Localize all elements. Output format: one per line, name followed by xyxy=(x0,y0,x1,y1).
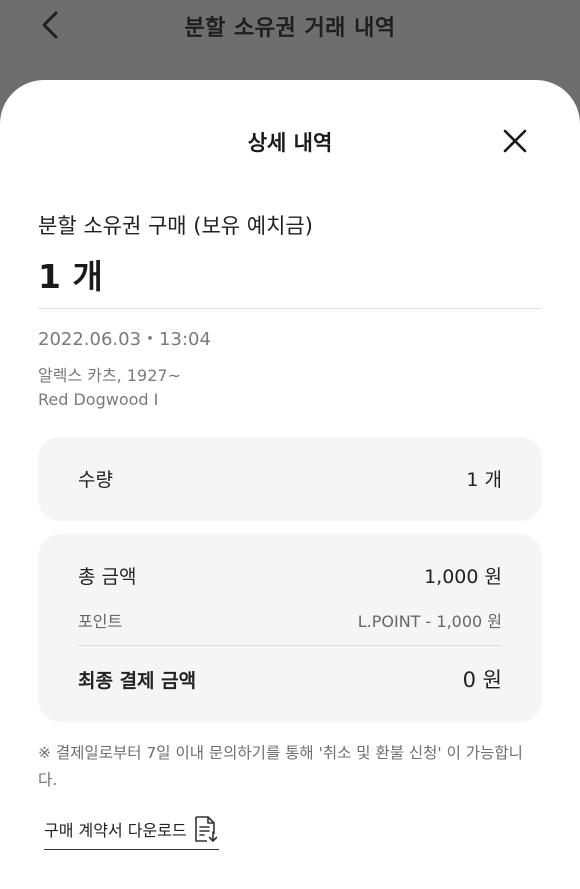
artwork-title: Red Dogwood I xyxy=(38,390,159,409)
point-label: 포인트 xyxy=(78,612,123,631)
quantity-value: 1 개 xyxy=(466,469,502,491)
artist-name: 알렉스 카츠, 1927~ xyxy=(38,366,181,385)
total-amount-label: 총 금액 xyxy=(78,566,137,588)
document-download-icon xyxy=(194,816,217,842)
total-amount-value: 1,000 원 xyxy=(424,566,502,588)
refund-notice: ※ 결제일로부터 7일 이내 문의하기를 통해 '취소 및 환불 신청' 이 가… xyxy=(38,744,523,789)
final-payment-label: 최종 결제 금액 xyxy=(78,669,197,692)
close-icon xyxy=(503,129,527,153)
transaction-detail-screen: 분할 소유권 거래 내역 상세 내역 분할 소유권 구매 (보유 예치금) 1 … xyxy=(0,0,580,889)
background-app-bar: 분할 소유권 거래 내역 xyxy=(0,0,580,90)
transaction-datetime: 2022.06.03・13:04 xyxy=(38,329,211,350)
divider xyxy=(38,308,542,309)
quantity-card: 수량 1 개 xyxy=(38,437,542,521)
quantity-label: 수량 xyxy=(78,469,113,491)
amount-divider xyxy=(78,645,502,646)
quantity-row: 수량 1 개 xyxy=(78,465,502,492)
final-payment-value: 0 원 xyxy=(462,668,502,692)
final-payment-row: 최종 결제 금액 0 원 xyxy=(78,664,502,694)
sheet-title: 상세 내역 xyxy=(247,131,333,155)
background-page-title: 분할 소유권 거래 내역 xyxy=(184,16,396,41)
point-row: 포인트 L.POINT - 1,000 원 xyxy=(78,608,502,632)
close-button[interactable] xyxy=(498,124,532,158)
point-value: L.POINT - 1,000 원 xyxy=(357,612,502,631)
download-contract-label: 구매 계약서 다운로드 xyxy=(44,821,187,840)
total-amount-row: 총 금액 1,000 원 xyxy=(78,562,502,589)
transaction-type-label: 분할 소유권 구매 (보유 예치금) xyxy=(38,214,313,238)
transaction-quantity: 1 개 xyxy=(38,257,103,296)
amount-card: 총 금액 1,000 원 포인트 L.POINT - 1,000 원 최종 결제… xyxy=(38,534,542,722)
detail-bottom-sheet: 상세 내역 분할 소유권 구매 (보유 예치금) 1 개 2022.06.03・… xyxy=(0,80,580,889)
download-contract-link[interactable]: 구매 계약서 다운로드 xyxy=(44,815,219,850)
